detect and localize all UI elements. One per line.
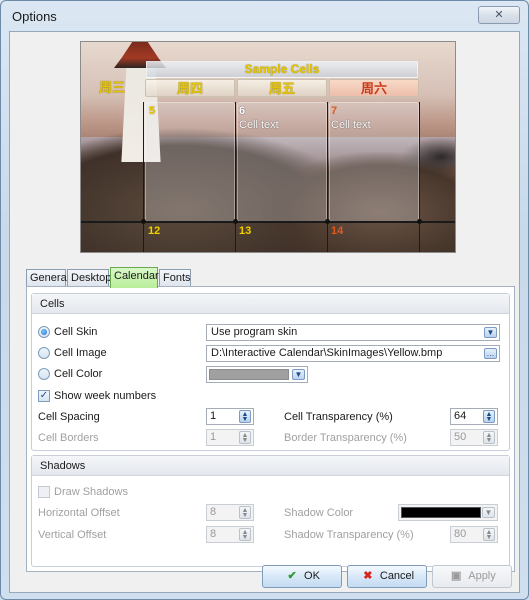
calendar-preview: Sample Cells 周三 周四 周五 周六 5 6 Cell text 7… [80, 41, 456, 253]
dialog-client: Sample Cells 周三 周四 周五 周六 5 6 Cell text 7… [9, 31, 520, 593]
ok-label: OK [304, 570, 320, 582]
shadow-color-label: Shadow Color [284, 507, 354, 519]
checkmark-icon: ✔ [287, 570, 297, 582]
tab-calendar[interactable]: Calendar [110, 267, 159, 288]
grid-dot [417, 219, 422, 224]
apply-button[interactable]: ▣ Apply [432, 565, 512, 588]
border-transparency-label: Border Transparency (%) [284, 432, 407, 444]
tab-fonts[interactable]: Fonts [159, 269, 191, 287]
cell-spacing-label: Cell Spacing [38, 411, 100, 423]
tab-general[interactable]: General [26, 269, 69, 287]
day-header-wed: 周三 [98, 80, 125, 95]
spinner-arrows-icon[interactable]: ▲ ▼ [483, 528, 495, 541]
chevron-down-icon[interactable]: ▼ [482, 507, 495, 518]
cell-skin-select[interactable]: Use program skin ▼ [206, 324, 500, 341]
disk-icon: ▣ [451, 570, 462, 582]
apply-label: Apply [468, 570, 496, 582]
shadows-group-title: Shadows [32, 456, 509, 476]
horizontal-offset-label: Horizontal Offset [38, 507, 120, 519]
options-window: Options ✕ Sample Cells 周三 周四 周五 周六 5 6 C… [0, 0, 529, 600]
cancel-label: Cancel [379, 570, 415, 582]
spinner-arrows-icon[interactable]: ▲ ▼ [239, 410, 251, 423]
spinner-arrows-icon[interactable]: ▲ ▼ [239, 528, 251, 541]
shadows-group: Shadows Draw Shadows Horizontal Offset 8… [31, 455, 510, 567]
calendar-tab-panel: Cells Cell Skin Use program skin ▼ Cell … [26, 286, 515, 572]
close-button[interactable]: ✕ [478, 6, 520, 24]
cell-skin-radio[interactable] [38, 326, 50, 338]
shadow-transparency-value: 80 [454, 528, 467, 540]
spinner-arrows-icon[interactable]: ▲ ▼ [239, 506, 251, 519]
cell-image-radio[interactable] [38, 347, 50, 359]
grid-line [81, 221, 455, 223]
cell-transparency-stepper[interactable]: 64 ▲ ▼ [450, 408, 498, 425]
window-title: Options [12, 9, 57, 24]
cell-skin-value: Use program skin [211, 326, 298, 338]
title-bar[interactable]: Options ✕ [1, 1, 528, 31]
shadow-transparency-label: Shadow Transparency (%) [284, 529, 414, 541]
vertical-offset-label: Vertical Offset [38, 529, 107, 541]
grid-line [419, 102, 420, 252]
cell-skin-label: Cell Skin [54, 326, 98, 338]
cell-borders-value: 1 [210, 431, 217, 443]
grid-dot [325, 219, 330, 224]
spinner-arrows-icon[interactable]: ▲ ▼ [483, 431, 495, 444]
horizontal-offset-stepper[interactable]: 8 ▲ ▼ [206, 504, 254, 521]
cells-group-title: Cells [32, 294, 509, 314]
preview-cell [145, 102, 235, 222]
cell-color-swatch [209, 369, 289, 380]
shadow-color-picker[interactable]: ▼ [398, 504, 498, 521]
spinner-arrows-icon[interactable]: ▲ ▼ [483, 410, 495, 423]
show-week-numbers-label: Show week numbers [54, 390, 157, 402]
shadow-color-swatch [401, 507, 481, 518]
preview-caption: Sample Cells [146, 61, 418, 78]
cell-color-radio[interactable] [38, 368, 50, 380]
show-week-numbers-checkbox[interactable]: ✓ [38, 390, 50, 402]
grid-line [143, 102, 144, 252]
cell-spacing-stepper[interactable]: 1 ▲ ▼ [206, 408, 254, 425]
horizontal-offset-value: 8 [210, 506, 217, 518]
cell-borders-label: Cell Borders [38, 432, 99, 444]
cells-group: Cells Cell Skin Use program skin ▼ Cell … [31, 293, 510, 451]
cell-image-value: D:\Interactive Calendar\SkinImages\Yello… [211, 347, 443, 359]
cell-color-label: Cell Color [54, 368, 103, 380]
vertical-offset-stepper[interactable]: 8 ▲ ▼ [206, 526, 254, 543]
cell-transparency-value: 64 [454, 410, 467, 422]
grid-dot [233, 219, 238, 224]
cancel-button[interactable]: ✖ Cancel [347, 565, 427, 588]
day-header-fri: 周五 [237, 79, 327, 97]
day-header-thu: 周四 [145, 79, 235, 97]
cell-number: 14 [331, 225, 344, 237]
cell-text: Cell text [239, 119, 279, 131]
chevron-down-icon[interactable]: ▼ [292, 369, 305, 380]
shadow-transparency-stepper[interactable]: 80 ▲ ▼ [450, 526, 498, 543]
cell-transparency-label: Cell Transparency (%) [284, 411, 393, 423]
cell-number: 5 [149, 105, 156, 117]
cell-color-picker[interactable]: ▼ [206, 366, 308, 383]
cell-text: Cell text [331, 119, 371, 131]
vertical-offset-value: 8 [210, 528, 217, 540]
cell-number: 12 [148, 225, 161, 237]
chevron-down-icon[interactable]: ▼ [484, 327, 497, 338]
spinner-arrows-icon[interactable]: ▲ ▼ [239, 431, 251, 444]
cell-image-label: Cell Image [54, 347, 107, 359]
cell-image-path-field[interactable]: D:\Interactive Calendar\SkinImages\Yello… [206, 345, 500, 362]
cell-number: 7 [331, 105, 338, 117]
cell-number: 13 [239, 225, 252, 237]
ok-button[interactable]: ✔ OK [262, 565, 342, 588]
tab-desktop[interactable]: Desktop [67, 269, 111, 287]
grid-line [235, 102, 236, 252]
cell-number: 6 [239, 105, 246, 117]
draw-shadows-checkbox[interactable] [38, 486, 50, 498]
day-header-sat: 周六 [329, 79, 419, 97]
border-transparency-stepper[interactable]: 50 ▲ ▼ [450, 429, 498, 446]
browse-icon[interactable]: … [484, 348, 497, 359]
close-icon: ✕ [494, 9, 504, 21]
grid-line [327, 102, 328, 252]
draw-shadows-label: Draw Shadows [54, 486, 128, 498]
cell-spacing-value: 1 [210, 410, 217, 422]
border-transparency-value: 50 [454, 431, 467, 443]
cell-borders-stepper[interactable]: 1 ▲ ▼ [206, 429, 254, 446]
grid-dot [141, 219, 146, 224]
cancel-x-icon: ✖ [363, 570, 373, 582]
